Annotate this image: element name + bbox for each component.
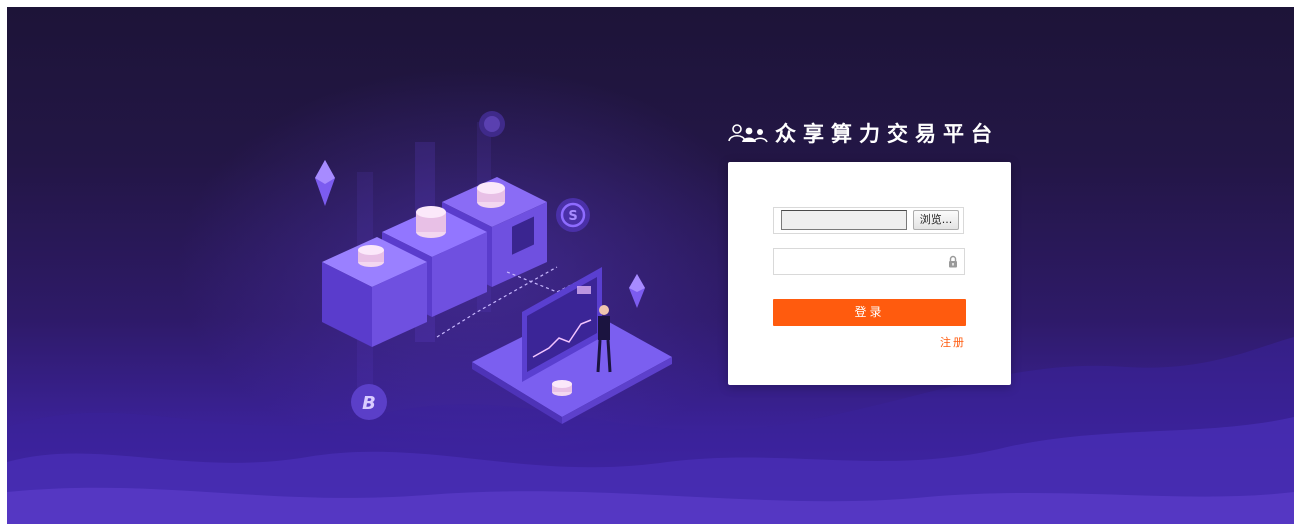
bitcoin-icon: B [351, 384, 387, 420]
password-field [773, 248, 965, 275]
register-link[interactable]: 注册 [936, 334, 966, 350]
app-title: 众享算力交易平台 [775, 122, 999, 146]
file-path-input[interactable] [781, 210, 907, 230]
file-upload-field: 浏览... [773, 207, 964, 234]
coin-stack [477, 182, 505, 208]
coin-stack [416, 206, 446, 238]
login-button[interactable]: 登录 [773, 299, 966, 326]
browse-button[interactable]: 浏览... [913, 210, 959, 230]
lock-icon [949, 255, 957, 268]
coin-stack [358, 245, 384, 267]
login-form: 浏览... 登录 注册 [728, 162, 1011, 385]
mining-illustration: S B [315, 111, 672, 424]
login-page: S B 众享算力交易平台 浏览... 登录 注册 [7, 7, 1294, 524]
svg-text:B: B [362, 393, 376, 414]
brand-header: 众享算力交易平台 [727, 115, 999, 151]
ethereum-icon [629, 274, 645, 308]
dollar-coin-icon: S [556, 198, 590, 232]
users-icon [728, 124, 768, 143]
svg-text:S: S [568, 209, 577, 224]
ethereum-icon [315, 160, 335, 206]
password-input[interactable] [774, 249, 942, 273]
